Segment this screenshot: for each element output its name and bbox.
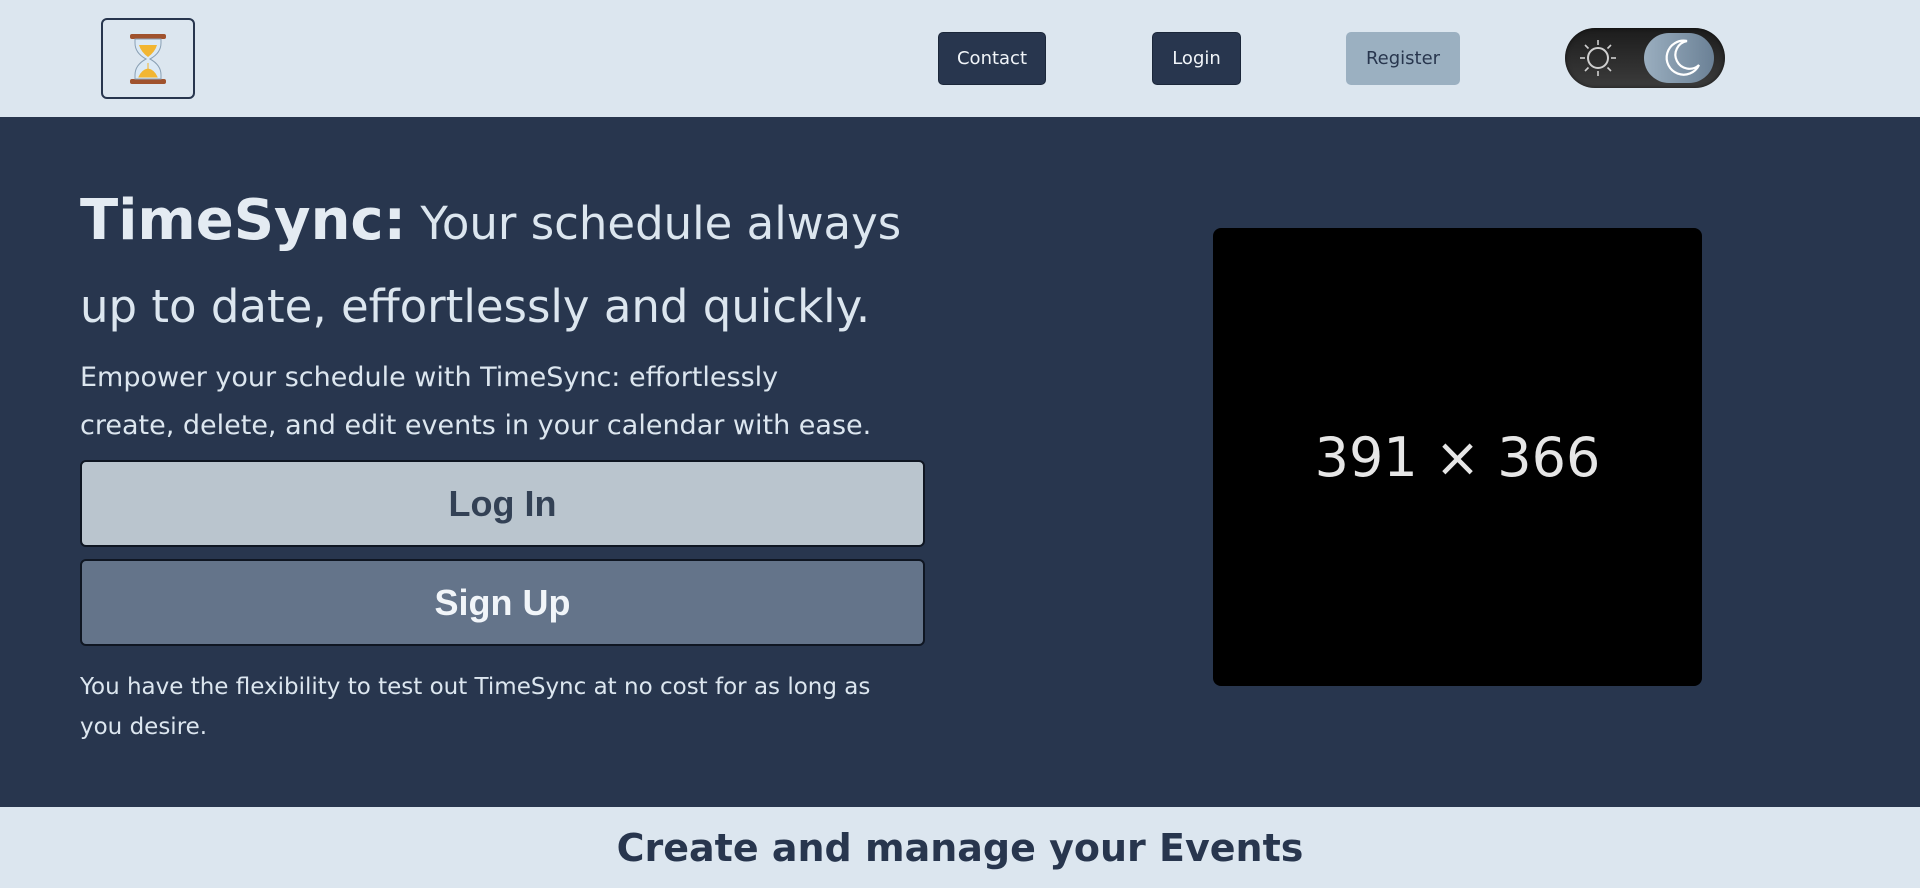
logo-button[interactable] xyxy=(101,18,195,99)
hero-description: Empower your schedule with TimeSync: eff… xyxy=(80,362,872,441)
register-button[interactable]: Register xyxy=(1346,32,1460,85)
contact-button[interactable]: Contact xyxy=(938,32,1046,85)
sun-icon xyxy=(1580,40,1616,76)
hero-signup-button[interactable]: Sign Up xyxy=(80,559,925,646)
free-trial-note: You have the flexibility to test out Tim… xyxy=(80,674,871,740)
hero-headline: TimeSync: Your schedule always up to dat… xyxy=(80,179,940,348)
brand-name: TimeSync: xyxy=(80,188,407,253)
login-button[interactable]: Login xyxy=(1152,32,1241,85)
hero-image-placeholder: 391 × 366 xyxy=(1213,228,1702,686)
events-section-title: Create and manage your Events xyxy=(616,825,1304,870)
placeholder-dimensions: 391 × 366 xyxy=(1314,425,1601,489)
hero-section: TimeSync: Your schedule always up to dat… xyxy=(0,117,1920,807)
moon-icon xyxy=(1665,39,1700,76)
theme-toggle[interactable] xyxy=(1565,28,1725,88)
hourglass-icon xyxy=(130,33,166,84)
hero-login-button[interactable]: Log In xyxy=(80,460,925,547)
site-header: Contact Login Register xyxy=(0,0,1920,117)
